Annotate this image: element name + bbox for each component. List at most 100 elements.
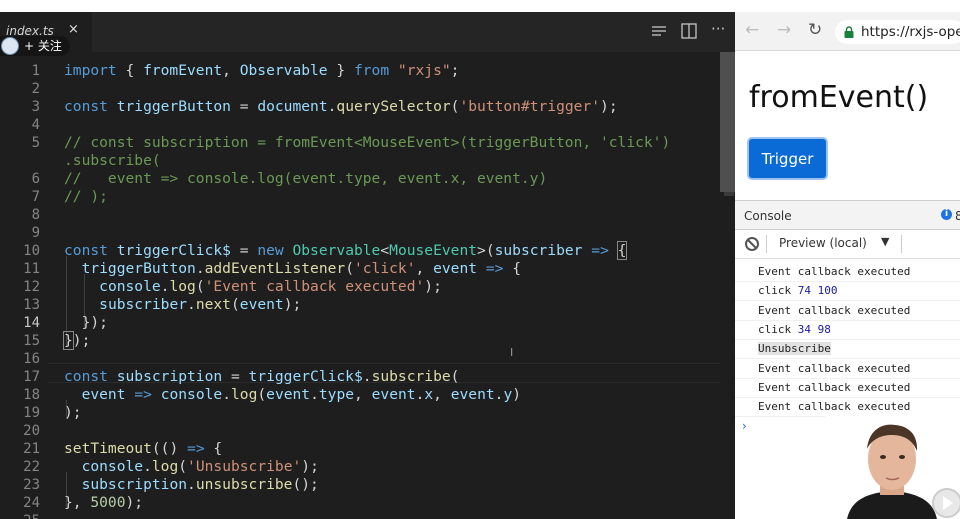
code-token: import: [64, 62, 117, 79]
log-message: Event callback executed: [758, 265, 911, 278]
code-line: const subscription = triggerClick$.subsc…: [64, 368, 459, 386]
line-number: 3: [31, 99, 40, 115]
code-token: event: [239, 296, 284, 313]
line-number: 20: [23, 423, 40, 439]
code-line: });: [64, 314, 108, 332]
console-log-row[interactable]: Event callback executed: [735, 359, 960, 379]
code-token: subscribe: [371, 368, 451, 385]
code-line: }, 5000);: [64, 494, 143, 512]
back-arrow-icon[interactable]: ←: [745, 20, 759, 40]
code-line: .subscribe(: [64, 152, 161, 170]
code-token: subscriber: [494, 242, 583, 259]
code-token: type: [318, 386, 355, 403]
outline-icon[interactable]: [650, 22, 668, 40]
code-token: },: [64, 494, 91, 511]
line-number: 2: [31, 81, 40, 97]
line-number: 19: [23, 405, 40, 421]
clear-console-icon[interactable]: [745, 237, 759, 251]
console-log-row[interactable]: click 74 100: [735, 281, 960, 302]
forward-arrow-icon[interactable]: →: [777, 20, 791, 40]
code-token: (: [230, 296, 240, 313]
code-token: ,: [415, 260, 434, 277]
line-number: 21: [23, 441, 40, 457]
context-select[interactable]: Preview (local): [779, 236, 867, 250]
code-token: from: [353, 62, 390, 79]
browser-toolbar: ← → ↻ https://rxjs-oper: [735, 12, 960, 51]
line-number: 25: [0, 512, 40, 519]
more-actions-icon[interactable]: ···: [711, 20, 729, 38]
code-line: });: [63, 331, 91, 350]
console-log-row[interactable]: Event callback executed: [735, 378, 960, 398]
code-token: ): [512, 386, 522, 403]
console-log-text: Event callback executed: [758, 362, 910, 375]
trigger-button[interactable]: Trigger: [749, 139, 826, 178]
code-line: console.log('Event callback executed');: [64, 278, 442, 296]
code-line: );: [64, 404, 82, 422]
code-token: subscription: [116, 368, 223, 385]
code-line: const triggerClick$ = new Observable<Mou…: [64, 241, 628, 260]
code-token: );: [600, 98, 618, 115]
line-number: 1: [31, 63, 40, 79]
code-token: console: [99, 278, 161, 295]
code-token: );: [424, 278, 442, 295]
console-prompt-icon[interactable]: ›: [742, 419, 747, 433]
code-token: 'click': [354, 260, 416, 277]
code-line: // event => console.log(event.type, even…: [64, 170, 547, 188]
code-token: 'button#trigger': [459, 98, 601, 115]
code-token: <: [380, 242, 390, 259]
console-log-row[interactable]: Event callback executed: [735, 262, 960, 282]
line-number: 9: [31, 225, 40, 241]
code-token: ,: [433, 386, 451, 403]
console-log-row[interactable]: Event callback executed: [735, 301, 960, 321]
reload-icon[interactable]: ↻: [808, 20, 822, 40]
log-number: 34: [797, 322, 811, 336]
code-token: subscription: [81, 476, 188, 493]
avatar: [1, 37, 19, 55]
code-token: (: [345, 260, 354, 277]
play-button-icon[interactable]: [932, 488, 960, 518]
code-token: event: [433, 260, 478, 277]
code-token: log: [169, 278, 196, 295]
code-token: setTimeout: [64, 440, 152, 457]
info-icon[interactable]: i: [941, 209, 952, 220]
console-log-row[interactable]: Unsubscribe: [735, 339, 960, 360]
scrollbar-thumb[interactable]: [720, 52, 735, 192]
tab-close-icon[interactable]: ×: [68, 22, 79, 37]
console-log-text: Event callback executed: [758, 400, 910, 413]
code-line: subscriber.next(event);: [64, 296, 301, 314]
line-number: 4: [31, 117, 40, 133]
split-editor-icon[interactable]: [680, 22, 698, 40]
code-area[interactable]: 1234567891011121314151617181920212223242…: [0, 58, 735, 519]
code-token: );: [72, 332, 91, 349]
follow-badge[interactable]: + 关注: [0, 36, 70, 56]
console-log-row[interactable]: click 34 98: [735, 320, 960, 340]
code-token: }: [63, 331, 74, 350]
code-token: .: [310, 386, 319, 403]
code-token: event: [266, 386, 311, 403]
log-message: Event callback executed: [758, 303, 911, 317]
code-token: =: [230, 242, 258, 259]
code-line: import { fromEvent, Observable } from "r…: [64, 62, 459, 80]
code-line: triggerButton.addEventListener('click', …: [64, 260, 521, 278]
code-token: );: [283, 296, 302, 313]
code-line: setTimeout(() => {: [64, 440, 222, 458]
code-token: event: [81, 386, 126, 403]
tab-console[interactable]: Console: [744, 209, 792, 223]
code-token: .: [187, 296, 196, 313]
code-token: );: [125, 494, 144, 511]
address-bar[interactable]: https://rxjs-oper: [835, 20, 960, 44]
chevron-down-icon[interactable]: ▼: [881, 235, 889, 248]
code-token: Observable: [292, 242, 381, 259]
code-token: >(: [477, 242, 495, 259]
info-count: 8: [955, 209, 960, 223]
code-editor[interactable]: index.ts × ··· + 关注 1 2 3 4 5 6 7 8 9 10 11 12 13 14 1…: [0, 12, 735, 519]
code-token: =>: [485, 260, 504, 277]
